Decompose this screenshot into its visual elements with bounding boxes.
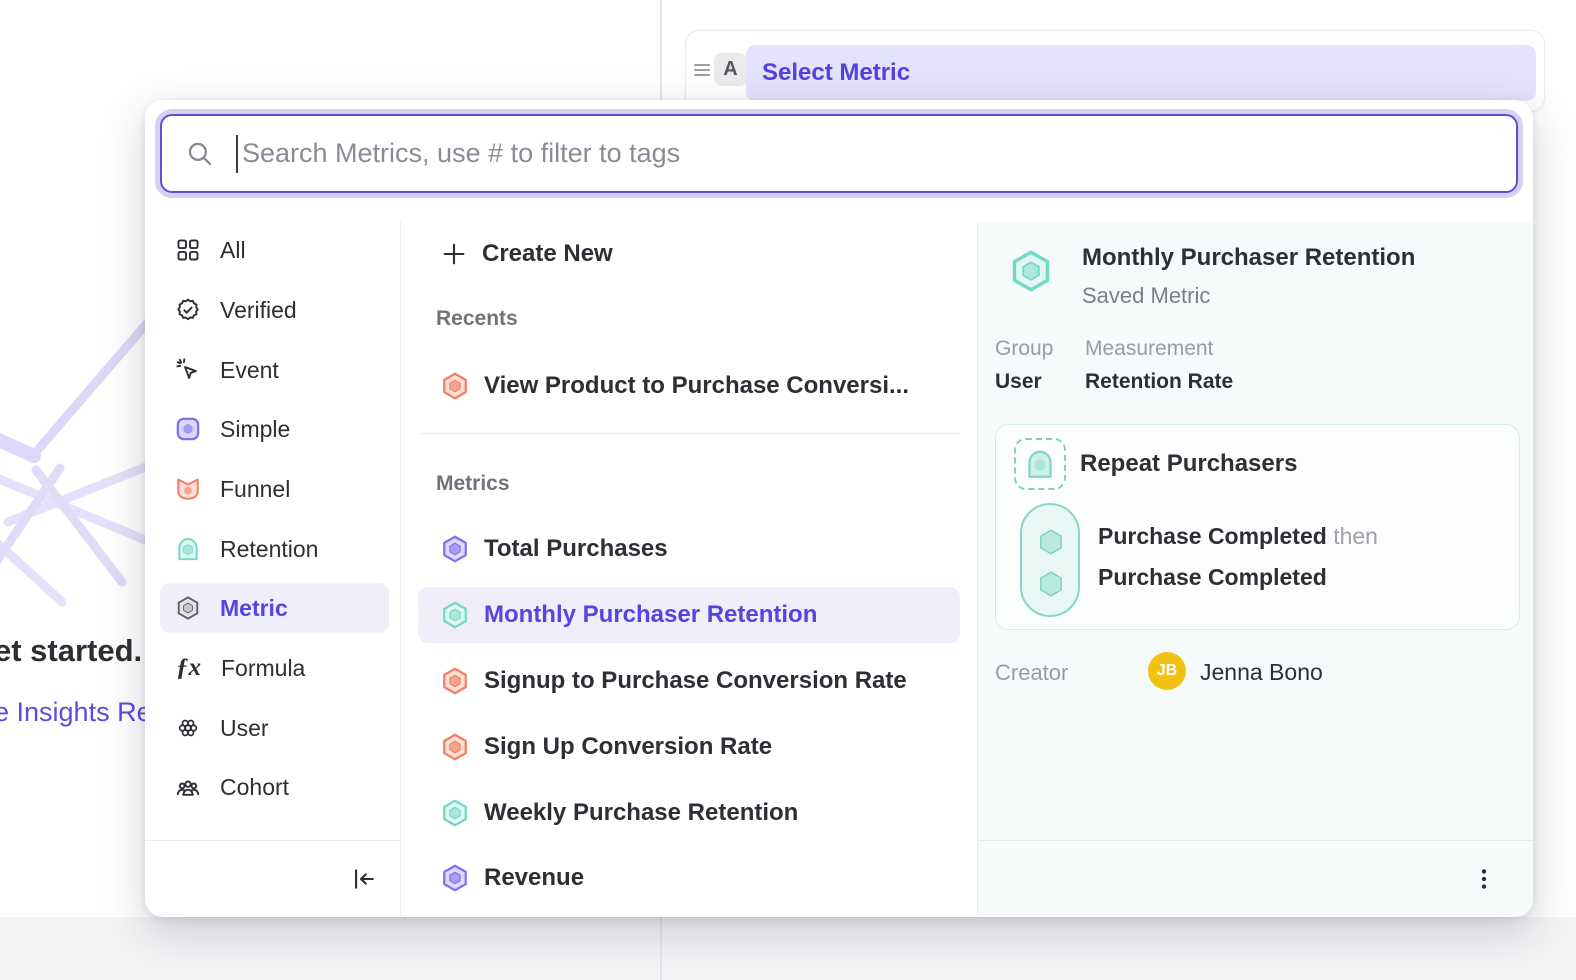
list-item-metric[interactable]: Revenue bbox=[418, 850, 960, 906]
metric-list: Create New Recents View Product to Purch… bbox=[401, 222, 978, 917]
background-illustration bbox=[0, 280, 160, 630]
funnel-metric-icon bbox=[175, 476, 201, 502]
definition-step-1: Purchase Completed then bbox=[1098, 523, 1378, 550]
search-input[interactable]: Search Metrics, use # to filter to tags bbox=[160, 114, 1518, 193]
list-item-metric[interactable]: Signup to Purchase Conversion Rate bbox=[418, 653, 960, 709]
drag-handle-icon[interactable] bbox=[694, 61, 710, 79]
formula-icon: ƒx bbox=[175, 654, 202, 682]
sidebar-item-label: Verified bbox=[220, 297, 297, 324]
retention-metric-icon bbox=[175, 536, 201, 562]
meta-value-measurement: Retention Rate bbox=[1085, 370, 1233, 394]
sidebar-item-all[interactable]: All bbox=[160, 225, 389, 275]
sidebar-item-label: Event bbox=[220, 357, 279, 384]
list-item-label: Monthly Purchaser Retention bbox=[484, 601, 817, 629]
definition-title: Repeat Purchasers bbox=[1080, 450, 1297, 478]
series-a-badge: A bbox=[714, 53, 747, 86]
creator-name: Jenna Bono bbox=[1200, 659, 1323, 686]
metric-hexagon-icon bbox=[440, 798, 470, 828]
select-metric-button[interactable]: Select Metric bbox=[746, 45, 1536, 101]
metric-hexagon-icon bbox=[440, 863, 470, 893]
list-item-label: View Product to Purchase Conversi... bbox=[484, 372, 909, 400]
sidebar-footer bbox=[145, 840, 400, 917]
background-link-fragment[interactable]: e Insights Re bbox=[0, 697, 152, 728]
sidebar-item-cohort[interactable]: Cohort bbox=[160, 762, 389, 812]
search-icon bbox=[186, 140, 214, 168]
list-item-metric-selected[interactable]: Monthly Purchaser Retention bbox=[418, 587, 960, 643]
list-item-metric[interactable]: Sign Up Conversion Rate bbox=[418, 719, 960, 775]
recents-section-label: Recents bbox=[436, 307, 518, 331]
sidebar-item-metric[interactable]: Metric bbox=[160, 583, 389, 633]
sidebar-item-simple[interactable]: Simple bbox=[160, 404, 389, 454]
list-item-metric[interactable]: Weekly Purchase Retention bbox=[418, 785, 960, 841]
user-cluster-icon bbox=[175, 715, 201, 741]
event-cursor-icon bbox=[175, 357, 201, 383]
sidebar-item-label: User bbox=[220, 715, 269, 742]
sidebar-item-retention[interactable]: Retention bbox=[160, 524, 389, 574]
step-hexagon-icon bbox=[1036, 569, 1066, 599]
sidebar-item-verified[interactable]: Verified bbox=[160, 285, 389, 335]
sidebar-item-event[interactable]: Event bbox=[160, 345, 389, 395]
meta-label-measurement: Measurement bbox=[1085, 337, 1213, 361]
sidebar-item-label: Metric bbox=[220, 595, 288, 622]
metric-detail-panel: Monthly Purchaser Retention Saved Metric… bbox=[978, 222, 1533, 917]
funnel-hexagon-icon bbox=[440, 371, 470, 401]
select-metric-label: Select Metric bbox=[762, 59, 910, 87]
definition-step-2: Purchase Completed bbox=[1098, 564, 1327, 591]
meta-label-group: Group bbox=[995, 337, 1053, 361]
background-heading-fragment: et started. bbox=[0, 633, 142, 669]
list-item-recent[interactable]: View Product to Purchase Conversi... bbox=[418, 358, 960, 414]
cohort-people-icon bbox=[175, 774, 201, 800]
step-suffix: then bbox=[1333, 523, 1378, 549]
collapse-left-icon[interactable] bbox=[350, 865, 378, 893]
definition-card: Repeat Purchasers Purchase Completed the… bbox=[995, 424, 1520, 630]
sidebar-item-label: Funnel bbox=[220, 476, 290, 503]
sidebar-item-label: All bbox=[220, 237, 246, 264]
text-caret bbox=[236, 135, 238, 173]
metric-hexagon-icon bbox=[1008, 248, 1054, 294]
list-divider bbox=[418, 433, 960, 434]
list-item-label: Total Purchases bbox=[484, 535, 668, 563]
sidebar-item-label: Formula bbox=[221, 655, 305, 682]
creator-avatar: JB bbox=[1148, 652, 1186, 690]
detail-title: Monthly Purchaser Retention bbox=[1082, 244, 1415, 272]
step-hexagon-icon bbox=[1036, 527, 1066, 557]
sidebar-item-user[interactable]: User bbox=[160, 703, 389, 753]
sidebar-item-formula[interactable]: ƒx Formula bbox=[160, 643, 389, 693]
funnel-steps-capsule bbox=[1020, 503, 1080, 617]
list-item-label: Revenue bbox=[484, 864, 584, 892]
detail-subtitle: Saved Metric bbox=[1082, 283, 1210, 309]
verified-badge-icon bbox=[175, 297, 201, 323]
sidebar-item-label: Cohort bbox=[220, 774, 289, 801]
metric-hexagon-icon bbox=[440, 600, 470, 630]
metric-hexagon-icon bbox=[440, 534, 470, 564]
sidebar-item-label: Retention bbox=[220, 536, 318, 563]
page-background-strip bbox=[0, 917, 1576, 980]
sidebar-item-funnel[interactable]: Funnel bbox=[160, 464, 389, 514]
create-new-button[interactable]: Create New bbox=[418, 226, 960, 282]
metrics-section-label: Metrics bbox=[436, 472, 510, 496]
list-item-metric[interactable]: Total Purchases bbox=[418, 521, 960, 577]
metric-hexagon-icon bbox=[175, 595, 201, 621]
kebab-menu-icon[interactable] bbox=[1471, 866, 1497, 892]
metric-hexagon-icon bbox=[440, 732, 470, 762]
meta-value-group: User bbox=[995, 370, 1042, 394]
metric-picker-modal: Search Metrics, use # to filter to tags … bbox=[145, 100, 1533, 917]
sidebar-item-label: Simple bbox=[220, 416, 290, 443]
simple-metric-icon bbox=[175, 416, 201, 442]
search-placeholder: Search Metrics, use # to filter to tags bbox=[242, 138, 680, 169]
list-item-label: Signup to Purchase Conversion Rate bbox=[484, 667, 907, 695]
repeat-purchasers-icon bbox=[1014, 438, 1066, 490]
list-item-label: Weekly Purchase Retention bbox=[484, 799, 798, 827]
creator-label: Creator bbox=[995, 660, 1068, 686]
filter-sidebar: All Verified Event bbox=[145, 222, 401, 917]
metric-hexagon-icon bbox=[440, 666, 470, 696]
detail-footer bbox=[978, 840, 1533, 917]
plus-icon bbox=[440, 240, 468, 268]
list-item-label: Sign Up Conversion Rate bbox=[484, 733, 772, 761]
grid-icon bbox=[175, 237, 201, 263]
create-new-label: Create New bbox=[482, 240, 613, 268]
